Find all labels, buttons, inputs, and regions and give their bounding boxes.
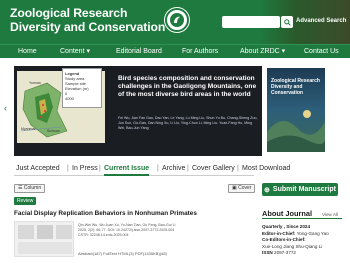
cover-art [267,110,325,152]
tab-most-download-label: Most Download [242,165,291,172]
search-input[interactable] [222,16,280,28]
co-editors-value: Xue-Long Jiang Shu-Qiang Li [262,243,323,249]
article-type-badge: Review [14,197,37,205]
search-icon [283,18,291,26]
nav-item-contact-us[interactable]: Contact Us [304,45,339,59]
advanced-search-link[interactable]: Advanced Search [296,18,346,24]
nav-item-editorial-board[interactable]: Editorial Board [116,45,162,59]
chevron-left-icon[interactable]: ‹ [4,103,7,113]
about-issn: ISSN 2097-3772 [262,250,342,257]
featured-banner[interactable]: Myanmar Sichuan Yunnan Legend Study area… [14,66,262,156]
tab-archive[interactable]: Archive [162,164,185,174]
about-journal-heading: About Journal [262,209,313,218]
tab-separator: | [187,165,189,172]
tab-current-issue[interactable]: Current Issue [104,164,150,176]
nav-item-about-zrdc[interactable]: About ZRDC ▾ [240,45,285,59]
main-nav: Home Content ▾ Editorial Board For Autho… [0,44,350,58]
editor-value: Yong-Gang Yao [295,230,329,236]
article-figure [18,225,72,254]
issn-label: ISSN [262,250,273,255]
column-view-label: Column [23,185,42,191]
tab-in-press[interactable]: In Press [72,164,98,174]
site-header: Zoological Research Diversity and Conser… [0,0,350,44]
view-all-link[interactable]: View All [322,212,338,217]
nav-item-for-authors[interactable]: For Authors [182,45,218,59]
issn-value: 2097-3772 [272,250,296,255]
cover-title: Zoological Research Diversity and Conser… [271,78,320,96]
search-button[interactable] [281,16,293,28]
journal-logo-icon[interactable] [165,8,189,32]
editor-label: Editor-in-Chief: [262,230,296,236]
journal-title[interactable]: Zoological Research Diversity and Conser… [10,6,165,34]
cover-view-label: Cover [238,185,252,191]
tab-most-download[interactable]: Most Download [242,164,290,174]
about-divider [262,218,342,219]
tab-separator: | [67,165,69,172]
list-icon: ☰ [18,185,23,191]
cover-title-line3: Conservation [271,90,303,96]
article-title-link[interactable]: Facial Display Replication Behaviors in … [14,210,197,217]
article-cstr[interactable]: CSTR: 32248.14.zrdc.2025.004 [78,233,253,238]
tab-cover-gallery[interactable]: Cover Gallery [192,164,235,174]
image-icon: ▣ [232,185,237,191]
submit-manuscript-label: Submit Manuscript [272,186,336,193]
article-actions[interactable]: Abstract(187) FullText HTML(3) PDF(1435K… [78,251,167,256]
nav-item-home[interactable]: Home [18,45,37,59]
map-label-yunnan: Yunnan [29,81,41,85]
map-legend: Legend Study area Sample site Elevation … [62,68,102,108]
submit-manuscript-button[interactable]: ⊕ Submit Manuscript [262,183,338,196]
cover-view-button[interactable]: ▣ Cover [228,184,256,193]
tab-separator: | [237,165,239,172]
article-thumbnail[interactable] [14,221,74,257]
co-editors-label: Co-Editors-in-Chief: [262,237,306,242]
tab-separator: | [157,165,159,172]
map-label-sichuan: Sichuan [47,129,60,133]
nav-item-content[interactable]: Content ▾ [60,45,90,59]
banner-authors: Fei Wu, Jian Fan Gao, Dao Yan, Le Yang, … [118,116,258,130]
tab-just-accepted[interactable]: Just Accepted [16,164,60,174]
page: Zoological Research Diversity and Conser… [0,0,350,263]
about-frequency-text: Quarterly , Since 2024 [262,224,311,229]
map-label-myanmar: Myanmar [21,127,36,131]
banner-article-title[interactable]: Bird species composition and conservatio… [118,75,258,99]
about-journal-info: Quarterly , Since 2024 Editor-in-Chief: … [262,224,342,257]
tab-separator: | [99,165,101,172]
article-meta: Qin-Wei Wu, Wu Juan Xu, Yu-Nan Tian, Gu … [78,223,253,238]
journal-title-line1: Zoological Research [10,6,128,20]
issue-cover-thumbnail[interactable]: Zoological Research Diversity and Conser… [267,68,325,152]
legend-item: 4000 [65,96,74,101]
column-view-button[interactable]: ☰ Column [14,184,46,193]
upload-icon: ⊕ [264,186,270,194]
issue-tabs: Just Accepted | In Press | Current Issue… [14,164,290,176]
journal-title-line2: Diversity and Conservation [10,20,166,34]
